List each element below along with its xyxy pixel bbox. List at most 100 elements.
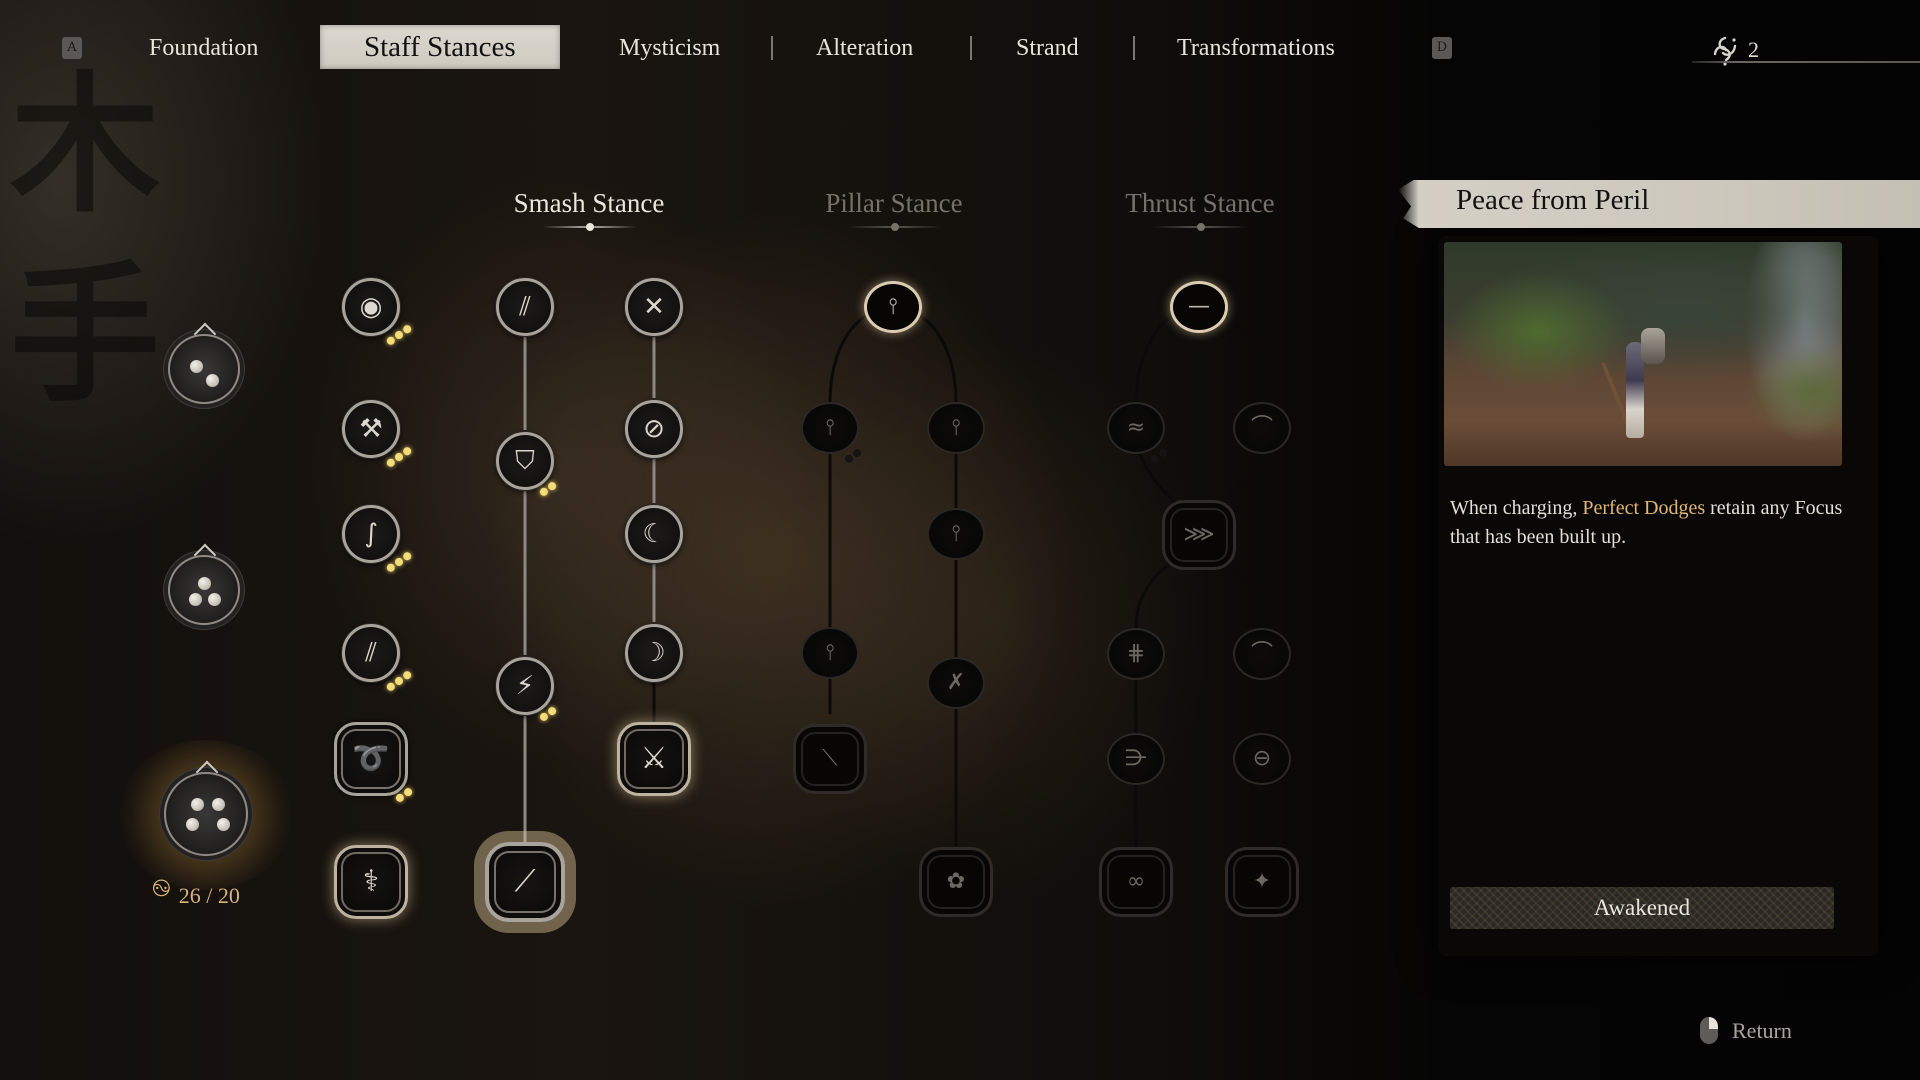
skill-node-pillar[interactable]: ⫯ xyxy=(927,508,985,560)
focus-orb-icon xyxy=(208,593,221,606)
focus-orb-icon xyxy=(190,360,203,373)
crescent-sweep-icon: ☾ xyxy=(642,519,666,549)
return-label: Return xyxy=(1732,1017,1792,1043)
thrust-ring-icon: ⊖ xyxy=(1252,746,1272,771)
stance-label: Thrust Stance xyxy=(1125,188,1275,218)
focus-points-counter: ࿊ 26 / 20 xyxy=(152,862,240,929)
skill-node-thrust[interactable]: ✦ xyxy=(1225,847,1299,917)
skill-node-general-column[interactable]: ⚒ xyxy=(342,400,400,458)
skill-node-pillar[interactable]: ⫯ xyxy=(927,402,985,454)
focus-orb-icon xyxy=(189,593,202,606)
cross-staff-icon: ✕ xyxy=(643,292,665,322)
focus-orb-icon xyxy=(198,577,211,590)
skill-title: Peace from Peril xyxy=(1456,184,1650,216)
thrust-feather-icon: ⋺ xyxy=(1125,746,1147,771)
description-text: When charging, xyxy=(1450,497,1583,519)
smash-guard-icon: ⛉ xyxy=(515,446,535,476)
spark-count: 2 xyxy=(1748,37,1759,62)
focus-level-3-emblem[interactable] xyxy=(168,555,240,625)
stance-header-pillar[interactable]: Pillar Stance xyxy=(764,188,1024,231)
skill-node-general-column[interactable]: ∫ xyxy=(342,505,400,563)
preview-enemy-figure xyxy=(1641,328,1665,364)
thrust-barrage-icon: ⋕ xyxy=(1126,641,1146,666)
stance-header-thrust[interactable]: Thrust Stance xyxy=(1070,188,1330,231)
skill-node-general-column[interactable]: ◉ xyxy=(342,278,400,336)
skill-node-thrust[interactable]: ⋙ xyxy=(1162,500,1236,570)
focus-orb-icon xyxy=(217,818,230,831)
skill-node-smash-right[interactable]: ☽ xyxy=(625,624,683,682)
pillar-perch-icon: ⫯ xyxy=(825,640,835,665)
skill-node-smash-right[interactable]: ⊘ xyxy=(625,400,683,458)
skill-node-thrust[interactable]: ⌒ xyxy=(1233,402,1291,454)
skill-node-smash-left[interactable]: ⟋ xyxy=(485,842,565,922)
thrust-converge-icon: ⋙ xyxy=(1183,522,1215,547)
staff-grip-icon: ⚒ xyxy=(359,414,383,444)
stance-underline xyxy=(846,223,942,231)
skill-node-smash-left[interactable]: ⚡ xyxy=(496,657,554,715)
thrust-arc2-icon: ⌒ xyxy=(1250,641,1273,666)
pillar-topple-icon: ⟍ xyxy=(822,746,838,771)
tab-alteration[interactable]: Alteration xyxy=(816,28,913,68)
thrust-star-icon: ✦ xyxy=(1252,869,1272,894)
skill-node-thrust[interactable]: ≈ xyxy=(1107,402,1165,454)
pillar-whirl-icon: ⫯ xyxy=(951,521,961,546)
skill-node-pillar[interactable]: ⫯ xyxy=(801,627,859,679)
thrust-wave-icon: ≈ xyxy=(1126,415,1146,440)
smash-focus-icon: ⟋ xyxy=(514,864,536,899)
skill-node-thrust[interactable]: ∞ xyxy=(1099,847,1173,917)
skill-node-pillar[interactable]: ⫯ xyxy=(864,281,922,333)
pillar-rise-icon: ⫯ xyxy=(888,294,898,319)
skill-node-pillar[interactable]: ✿ xyxy=(919,847,993,917)
skill-node-smash-right[interactable]: ⚔ xyxy=(617,722,691,796)
staff-rush-icon: ⫽ xyxy=(365,638,377,668)
skill-node-thrust[interactable]: — xyxy=(1170,281,1228,333)
skill-node-smash-right[interactable]: ☾ xyxy=(625,505,683,563)
description-highlight: Perfect Dodges xyxy=(1582,497,1706,519)
prev-tab-key-hint: A xyxy=(62,37,82,59)
tab-separator xyxy=(970,36,972,60)
focus-orb-icon xyxy=(191,798,204,811)
focus-level-4-emblem[interactable] xyxy=(164,772,248,856)
tab-mysticism[interactable]: Mysticism xyxy=(619,28,720,68)
thrust-arc-icon: ⌒ xyxy=(1250,415,1273,440)
skill-status-awakened: Awakened xyxy=(1450,887,1834,929)
skill-node-smash-left[interactable]: ⫽ xyxy=(496,278,554,336)
stance-underline xyxy=(541,223,637,231)
skill-node-smash-right[interactable]: ✕ xyxy=(625,278,683,336)
tab-strand[interactable]: Strand xyxy=(1016,28,1079,68)
skill-node-thrust[interactable]: ⋕ xyxy=(1107,628,1165,680)
top-navigation: A Foundation Staff Stances Mysticism Alt… xyxy=(0,0,1920,96)
stance-header-smash[interactable]: Smash Stance xyxy=(459,188,719,231)
skill-node-general-column[interactable]: ⫽ xyxy=(342,624,400,682)
focus-level-2-emblem[interactable] xyxy=(168,334,240,404)
staff-swing-icon: ∫ xyxy=(364,519,378,549)
smash-strike-icon: ⫽ xyxy=(519,292,531,322)
stance-label: Pillar Stance xyxy=(825,188,963,218)
skill-node-pillar[interactable]: ✗ xyxy=(927,657,985,709)
skill-preview-image xyxy=(1444,242,1842,466)
skill-node-pillar[interactable]: ⫯ xyxy=(801,402,859,454)
skill-node-thrust[interactable]: ⊖ xyxy=(1233,733,1291,785)
spark-icon: ࿊ xyxy=(152,876,171,902)
tab-separator xyxy=(1133,36,1135,60)
thrust-twin-icon: ∞ xyxy=(1126,869,1146,894)
smash-crack-icon: ⚡ xyxy=(515,671,535,701)
focus-flame-icon: ◉ xyxy=(359,292,383,322)
calligraphy-decoration: 木手 xyxy=(10,57,161,423)
tab-staff-stances[interactable]: Staff Stances xyxy=(320,25,560,69)
crescent-focus-icon: ☽ xyxy=(642,638,666,668)
skill-node-pillar[interactable]: ⟍ xyxy=(793,724,867,794)
tab-foundation[interactable]: Foundation xyxy=(149,28,258,68)
focus-orb-icon xyxy=(206,374,219,387)
pillar-left-icon: ⫯ xyxy=(825,415,835,440)
skill-detail-panel: Peace from Peril When charging, Perfect … xyxy=(1398,180,1920,960)
skill-node-thrust[interactable]: ⌒ xyxy=(1233,628,1291,680)
pillar-spin-icon: ⫯ xyxy=(951,415,961,440)
skill-node-general-column[interactable]: ⚕ xyxy=(334,845,408,919)
skill-node-general-column[interactable]: ➰ xyxy=(334,722,408,796)
skill-node-thrust[interactable]: ⋺ xyxy=(1107,733,1165,785)
focus-orb-icon xyxy=(186,818,199,831)
return-hint[interactable]: Return xyxy=(1700,1017,1792,1044)
skill-node-smash-left[interactable]: ⛉ xyxy=(496,432,554,490)
tab-transformations[interactable]: Transformations xyxy=(1177,28,1335,68)
